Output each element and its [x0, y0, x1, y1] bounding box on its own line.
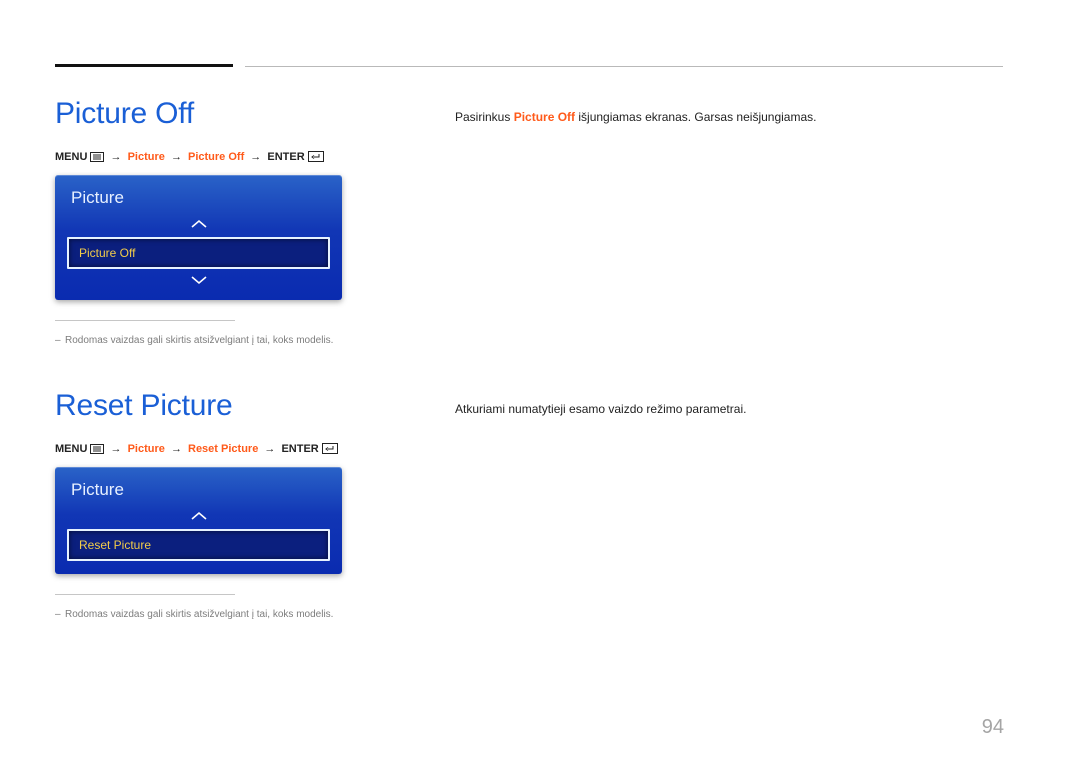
desc-text: išjungiamas ekranas. Garsas neišjungiama… [575, 110, 816, 124]
breadcrumb-enter: ENTER [281, 443, 318, 455]
page-number: 94 [982, 716, 1004, 739]
breadcrumb-menu: MENU [55, 151, 87, 163]
breadcrumb-reset-picture: Reset Picture [188, 443, 258, 455]
panel-item-picture-off[interactable]: Picture Off [67, 237, 330, 269]
menu-panel-picture: Picture Reset Picture [55, 467, 342, 574]
section-reset-picture: Reset Picture MENU → Picture → Reset Pic… [55, 389, 1003, 623]
desc-highlight: Picture Off [514, 110, 575, 124]
panel-item-reset-picture[interactable]: Reset Picture [67, 529, 330, 561]
panel-title: Picture [55, 477, 342, 508]
breadcrumb-picture: Picture [128, 443, 165, 455]
breadcrumb-enter: ENTER [267, 151, 304, 163]
section-picture-off: Picture Off MENU → Picture → Picture Off… [55, 97, 1003, 349]
breadcrumb-menu: MENU [55, 443, 87, 455]
top-divider [55, 66, 1003, 67]
description-picture-off: Pasirinkus Picture Off išjungiamas ekran… [455, 107, 1003, 129]
chevron-up-icon[interactable] [55, 508, 342, 526]
menu-icon [90, 444, 104, 454]
breadcrumb-reset-picture: MENU → Picture → Reset Picture → ENTER [55, 443, 345, 455]
breadcrumb-picture-off: Picture Off [188, 151, 244, 163]
heading-reset-picture: Reset Picture [55, 389, 345, 423]
chevron-up-icon[interactable] [55, 216, 342, 234]
model-note: Rodomas vaizdas gali skirtis atsižvelgia… [55, 333, 345, 349]
breadcrumb-picture-off: MENU → Picture → Picture Off → ENTER [55, 151, 345, 163]
desc-text: Pasirinkus [455, 110, 514, 124]
breadcrumb-picture: Picture [128, 151, 165, 163]
arrow-icon: → [264, 443, 275, 455]
arrow-icon: → [171, 443, 182, 455]
enter-icon [308, 151, 324, 162]
arrow-icon: → [111, 443, 122, 455]
arrow-icon: → [171, 151, 182, 163]
panel-title: Picture [55, 185, 342, 216]
model-note: Rodomas vaizdas gali skirtis atsižvelgia… [55, 607, 345, 623]
description-reset-picture: Atkuriami numatytieji esamo vaizdo režim… [455, 399, 1003, 421]
arrow-icon: → [111, 151, 122, 163]
menu-panel-picture: Picture Picture Off [55, 175, 342, 300]
enter-icon [322, 443, 338, 454]
note-divider [55, 594, 235, 595]
menu-icon [90, 152, 104, 162]
heading-picture-off: Picture Off [55, 97, 345, 131]
arrow-icon: → [250, 151, 261, 163]
note-divider [55, 320, 235, 321]
chevron-down-icon[interactable] [55, 272, 342, 290]
